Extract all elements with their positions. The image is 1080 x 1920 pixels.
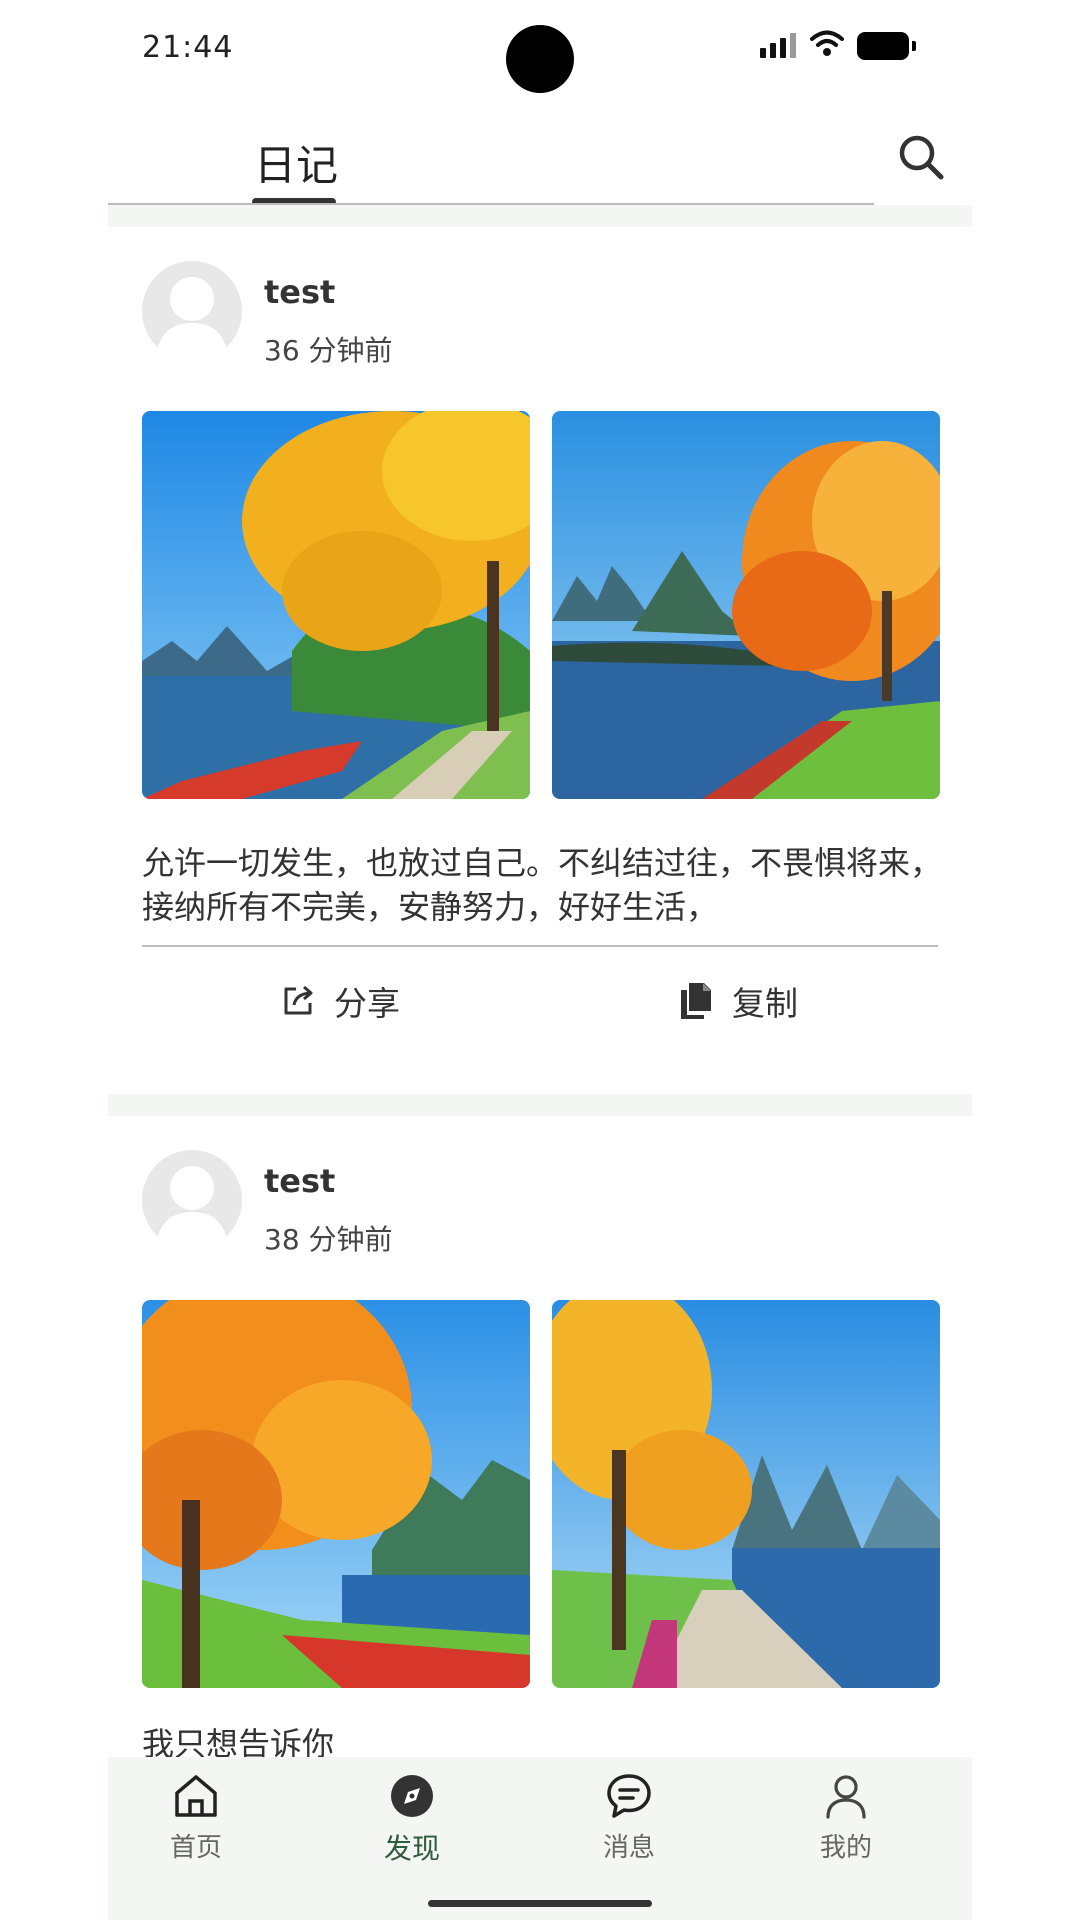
copy-button[interactable]: 复制 xyxy=(678,977,798,1025)
home-indicator[interactable] xyxy=(428,1900,652,1907)
avatar[interactable] xyxy=(142,1150,242,1250)
nav-item-messages[interactable]: 消息 xyxy=(569,1773,689,1864)
nav-item-discover[interactable]: 发现 xyxy=(352,1773,472,1867)
status-time: 21:44 xyxy=(142,30,234,65)
share-button[interactable]: 分享 xyxy=(280,977,400,1025)
share-label: 分享 xyxy=(334,984,400,1023)
wifi-icon xyxy=(810,30,844,56)
nav-label: 首页 xyxy=(169,1833,222,1863)
post-divider xyxy=(142,945,938,947)
post-time: 36 分钟前 xyxy=(264,334,393,367)
signal-icon xyxy=(760,32,796,58)
post-image[interactable] xyxy=(142,1300,530,1688)
post-card[interactable]: test 36 分钟前 允许一切发生，也放过自己。不纠结过往，不畏惧将来，接纳所… xyxy=(108,227,972,1089)
post-username[interactable]: test xyxy=(264,273,335,311)
app: 21:44 日记 test 36 分钟前 允许一切发生，也放过自己。不纠结过往，… xyxy=(108,0,972,1920)
post-image[interactable] xyxy=(142,411,530,799)
copy-icon xyxy=(681,983,711,1019)
copy-label: 复制 xyxy=(732,984,798,1023)
top-tabs: 日记 xyxy=(108,110,972,206)
post-content[interactable]: 我只想告诉你 xyxy=(142,1722,942,1762)
post-image[interactable] xyxy=(552,411,940,799)
post-content[interactable]: 允许一切发生，也放过自己。不纠结过往，不畏惧将来，接纳所有不完美，安静努力，好好… xyxy=(142,841,942,931)
user-icon xyxy=(826,1775,866,1819)
section-separator xyxy=(108,205,972,227)
nav-item-home[interactable]: 首页 xyxy=(136,1773,256,1864)
phone-screen: 21:44 日记 test 36 分钟前 允许一切发生，也放过自己。不纠结过往，… xyxy=(0,0,1080,1920)
nav-item-me[interactable]: 我的 xyxy=(786,1773,906,1864)
chat-icon xyxy=(607,1774,651,1818)
compass-icon xyxy=(391,1775,433,1817)
bottom-nav: 首页 发现 消息 我的 xyxy=(108,1757,972,1920)
home-icon xyxy=(175,1775,217,1817)
section-separator xyxy=(108,1094,972,1116)
battery-icon xyxy=(857,32,916,60)
search-icon[interactable] xyxy=(896,132,946,182)
tab-diary[interactable]: 日记 xyxy=(254,132,338,193)
nav-label: 消息 xyxy=(602,1833,655,1863)
nav-label: 我的 xyxy=(819,1833,872,1863)
post-image[interactable] xyxy=(552,1300,940,1688)
post-username[interactable]: test xyxy=(264,1162,335,1200)
share-icon xyxy=(284,985,313,1015)
avatar[interactable] xyxy=(142,261,242,361)
post-time: 38 分钟前 xyxy=(264,1223,393,1256)
post-card[interactable]: test 38 分钟前 我只想告诉你 xyxy=(108,1116,972,1762)
status-bar: 21:44 xyxy=(108,0,972,110)
nav-label: 发现 xyxy=(383,1832,440,1865)
camera-cutout xyxy=(506,25,574,93)
